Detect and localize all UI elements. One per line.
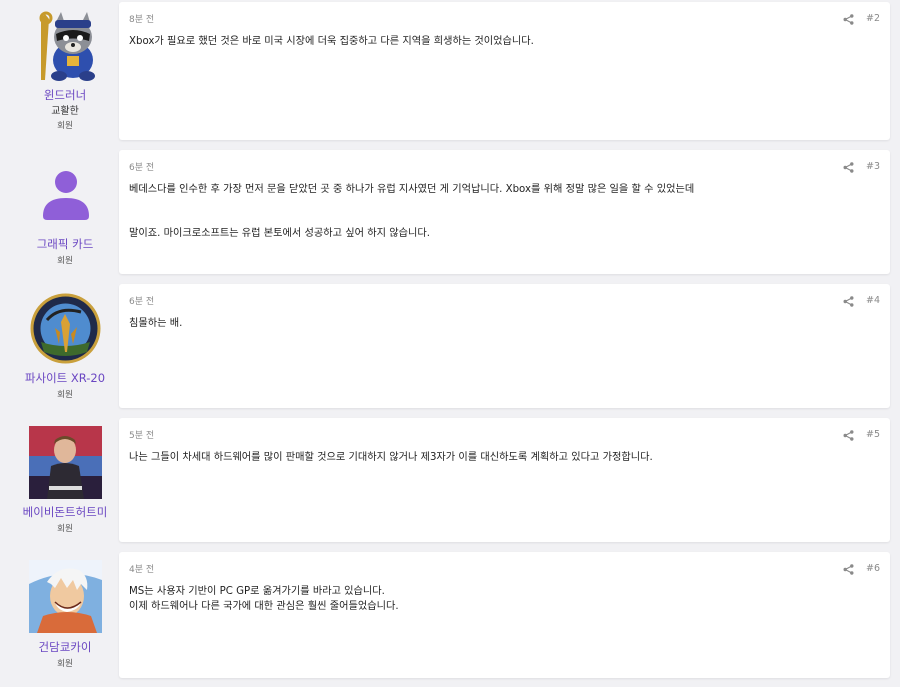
username[interactable]: 베이비돈트허트미: [0, 504, 130, 520]
post-line: MS는 사용자 기반이 PC GP로 옮겨가기를 바라고 있습니다.: [129, 586, 385, 597]
post-line: 이제 하드웨어나 다른 국가에 대한 관심은 훨씬 줄어들었습니다.: [129, 601, 399, 612]
post-line: 침몰하는 배.: [129, 318, 183, 329]
post: 건담쿄카이 회원 4분 전 #6 MS는 사용자 기반이 PC GP로 옮겨가기…: [0, 550, 900, 680]
user-title: 교활한: [51, 106, 79, 117]
share-icon[interactable]: [843, 14, 854, 25]
post-card: 4분 전 #6 MS는 사용자 기반이 PC GP로 옮겨가기를 바라고 있습니…: [119, 552, 890, 678]
post-time[interactable]: 4분 전: [129, 562, 154, 575]
username[interactable]: 건담쿄카이: [0, 639, 130, 655]
user-role: 회원: [57, 121, 73, 131]
user-role: 회원: [57, 659, 73, 669]
post: 베이비돈트허트미 회원 5분 전 #5 나는 그들이 차세대 하드웨어를 많이 …: [0, 416, 900, 542]
user-avatar[interactable]: [29, 292, 102, 365]
share-icon[interactable]: [843, 296, 854, 307]
user-role: 회원: [57, 390, 73, 400]
post-number[interactable]: #4: [866, 295, 880, 306]
anime-character-avatar: [29, 560, 102, 633]
post-body: 나는 그들이 차세대 하드웨어를 많이 판매할 것으로 기대하지 않거나 제3자…: [129, 450, 880, 465]
post-line: Xbox가 필요로 했던 것은 바로 미국 시장에 더욱 집중하고 다른 지역을…: [129, 36, 534, 47]
post: 파사이트 XR-20 회원 6분 전 #4 침몰하는 배.: [0, 282, 900, 408]
post-time[interactable]: 5분 전: [129, 428, 154, 441]
share-icon[interactable]: [843, 430, 854, 441]
superman-poster-avatar: [29, 426, 102, 499]
post-body: 베데스다를 인수한 후 가장 먼저 문을 닫았던 곳 중 하나가 유럽 지사였던…: [129, 182, 880, 241]
post-time[interactable]: 8분 전: [129, 12, 154, 25]
post-time[interactable]: 6분 전: [129, 294, 154, 307]
user-role: 회원: [57, 524, 73, 534]
username[interactable]: 그래픽 카드: [0, 236, 130, 252]
user-avatar[interactable]: [29, 158, 102, 231]
username[interactable]: 파사이트 XR-20: [0, 370, 130, 386]
user-avatar[interactable]: [29, 426, 102, 499]
post-line: 베데스다를 인수한 후 가장 먼저 문을 닫았던 곳 중 하나가 유럽 지사였던…: [129, 184, 695, 195]
post-body: 침몰하는 배.: [129, 316, 880, 331]
plush-raccoon-avatar: [29, 10, 102, 83]
post-body: MS는 사용자 기반이 PC GP로 옮겨가기를 바라고 있습니다. 이제 하드…: [129, 584, 880, 614]
post-card: 5분 전 #5 나는 그들이 차세대 하드웨어를 많이 판매할 것으로 기대하지…: [119, 418, 890, 542]
post: 윈드러너 교활한 회원 8분 전 #2 Xbox가 필요로 했던 것은 바로 미…: [0, 0, 900, 140]
post-line: 나는 그들이 차세대 하드웨어를 많이 판매할 것으로 기대하지 않거나 제3자…: [129, 452, 653, 463]
post-number[interactable]: #3: [866, 161, 880, 172]
post-number[interactable]: #6: [866, 563, 880, 574]
mission-patch-avatar: [29, 292, 102, 365]
post-card: 6분 전 #3 베데스다를 인수한 후 가장 먼저 문을 닫았던 곳 중 하나가…: [119, 150, 890, 274]
user-avatar[interactable]: [29, 560, 102, 633]
share-icon[interactable]: [843, 162, 854, 173]
post-time[interactable]: 6분 전: [129, 160, 154, 173]
post-line: [129, 212, 880, 226]
post-body: Xbox가 필요로 했던 것은 바로 미국 시장에 더욱 집중하고 다른 지역을…: [129, 34, 880, 49]
post: 그래픽 카드 회원 6분 전 #3 베데스다를 인수한 후 가장 먼저 문을 닫…: [0, 148, 900, 274]
post-card: 6분 전 #4 침몰하는 배.: [119, 284, 890, 408]
username[interactable]: 윈드러너: [0, 87, 130, 103]
user-avatar[interactable]: [29, 10, 102, 83]
post-number[interactable]: #5: [866, 429, 880, 440]
post-line: [129, 197, 880, 212]
share-icon[interactable]: [843, 564, 854, 575]
post-line: 말이죠. 마이크로소프트는 유럽 본토에서 성공하고 싶어 하지 않습니다.: [129, 228, 430, 239]
user-role: 회원: [57, 256, 73, 266]
post-card: 8분 전 #2 Xbox가 필요로 했던 것은 바로 미국 시장에 더욱 집중하…: [119, 2, 890, 140]
default-person-avatar: [29, 158, 102, 231]
post-number[interactable]: #2: [866, 13, 880, 24]
